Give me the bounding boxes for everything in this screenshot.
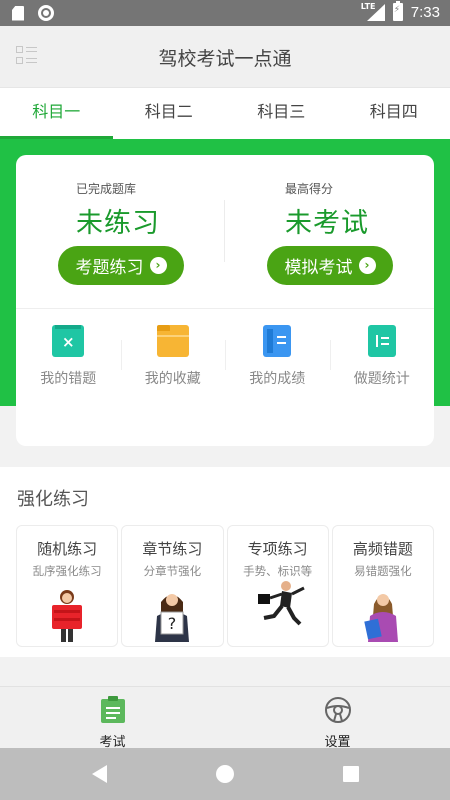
quick-actions: × 我的错题 我的收藏 我的成绩 做题统计: [16, 325, 434, 388]
tab-subject-2[interactable]: 科目二: [113, 88, 226, 139]
nav-settings[interactable]: 设置: [225, 687, 450, 750]
practice-button[interactable]: 考题练习 ›: [58, 246, 184, 285]
question-sign-illustration: ?: [155, 594, 190, 642]
my-scores[interactable]: 我的成绩: [225, 325, 330, 388]
card-subtitle: 易错题强化: [354, 564, 412, 578]
signal-icon: LTE: [360, 2, 385, 21]
exam-status: 未考试: [285, 208, 369, 239]
running-businessman-illustration: [257, 581, 305, 626]
tab-subject-1[interactable]: 科目一: [0, 88, 113, 139]
back-icon[interactable]: [92, 765, 107, 783]
random-practice-card[interactable]: 随机练习 乱序强化练习: [16, 525, 119, 647]
battery-icon: [392, 1, 403, 21]
quick-label: 我的成绩: [249, 371, 306, 387]
svg-text:?: ?: [168, 614, 177, 633]
card-title: 高频错题: [352, 540, 413, 558]
chapter-practice-card[interactable]: 章节练习 分章节强化 ?: [121, 525, 224, 647]
practice-stat: 已完成题库 未练习 考题练习 ›: [58, 180, 246, 285]
scores-icon: [263, 325, 292, 357]
student-with-folder-illustration: [364, 594, 398, 642]
card-title: 专项练习: [247, 540, 308, 558]
card-subtitle: 手势、标识等: [243, 564, 313, 578]
recent-apps-icon[interactable]: [343, 766, 359, 782]
card-title: 随机练习: [37, 540, 98, 558]
mock-exam-button-label: 模拟考试: [284, 258, 353, 278]
quick-label: 我的收藏: [144, 371, 201, 387]
status-bar: LTE 7:33: [0, 0, 450, 26]
card-subtitle: 分章节强化: [143, 564, 202, 578]
divider: [224, 200, 225, 262]
sd-card-icon: [12, 5, 24, 21]
divider: [16, 308, 434, 309]
system-nav-bar: [0, 748, 450, 800]
clipboard-icon: [100, 696, 125, 723]
practice-statistics[interactable]: 做题统计: [329, 325, 435, 388]
app-title: 驾校考试一点通: [158, 48, 292, 70]
practice-cards: 随机练习 乱序强化练习 章节练习 分章节强化 ? 专项练习 手势、标识等 高频错…: [16, 525, 434, 647]
section-title: 强化练习: [17, 489, 89, 510]
nav-exam[interactable]: 考试: [0, 687, 225, 750]
folder-icon: [156, 325, 189, 357]
statistics-icon: [367, 325, 396, 357]
my-wrong-questions[interactable]: × 我的错题: [16, 325, 121, 388]
steering-wheel-icon: [324, 697, 351, 723]
quick-label: 我的错题: [40, 371, 97, 387]
quick-label: 做题统计: [353, 371, 410, 387]
tab-subject-3[interactable]: 科目三: [225, 88, 338, 139]
network-label: LTE: [360, 2, 376, 11]
summary-card: 已完成题库 未练习 考题练习 › 最高得分 未考试 模拟考试 › × 我的错题: [16, 155, 434, 446]
practice-button-label: 考题练习: [75, 258, 144, 278]
tab-subject-4[interactable]: 科目四: [338, 88, 450, 139]
home-icon[interactable]: [216, 765, 234, 783]
card-subtitle: 乱序强化练习: [32, 564, 102, 578]
subject-tabs: 科目一 科目二 科目三 科目四: [0, 88, 450, 139]
arrow-right-icon: ›: [149, 257, 167, 274]
frequent-mistakes-card[interactable]: 高频错题 易错题强化: [331, 525, 434, 647]
topic-practice-card[interactable]: 专项练习 手势、标识等: [226, 525, 329, 647]
mock-exam-button[interactable]: 模拟考试 ›: [267, 246, 393, 285]
practice-caption: 已完成题库: [76, 182, 137, 196]
record-icon: [38, 5, 54, 21]
clock: 7:33: [410, 3, 440, 21]
practice-status: 未练习: [76, 208, 160, 239]
student-with-books-illustration: [52, 590, 83, 642]
arrow-right-icon: ›: [358, 257, 376, 274]
wrong-questions-icon: ×: [52, 325, 85, 357]
my-favorites[interactable]: 我的收藏: [120, 325, 226, 388]
exam-caption: 最高得分: [285, 182, 334, 196]
intensive-practice-section: 强化练习 随机练习 乱序强化练习 章节练习 分章节强化 ? 专项练习 手势、标识…: [0, 467, 450, 657]
card-title: 章节练习: [142, 540, 203, 558]
exam-stat: 最高得分 未考试 模拟考试 ›: [267, 180, 450, 285]
bottom-nav: 考试 设置: [0, 686, 450, 750]
app-header: 驾校考试一点通: [0, 26, 450, 88]
